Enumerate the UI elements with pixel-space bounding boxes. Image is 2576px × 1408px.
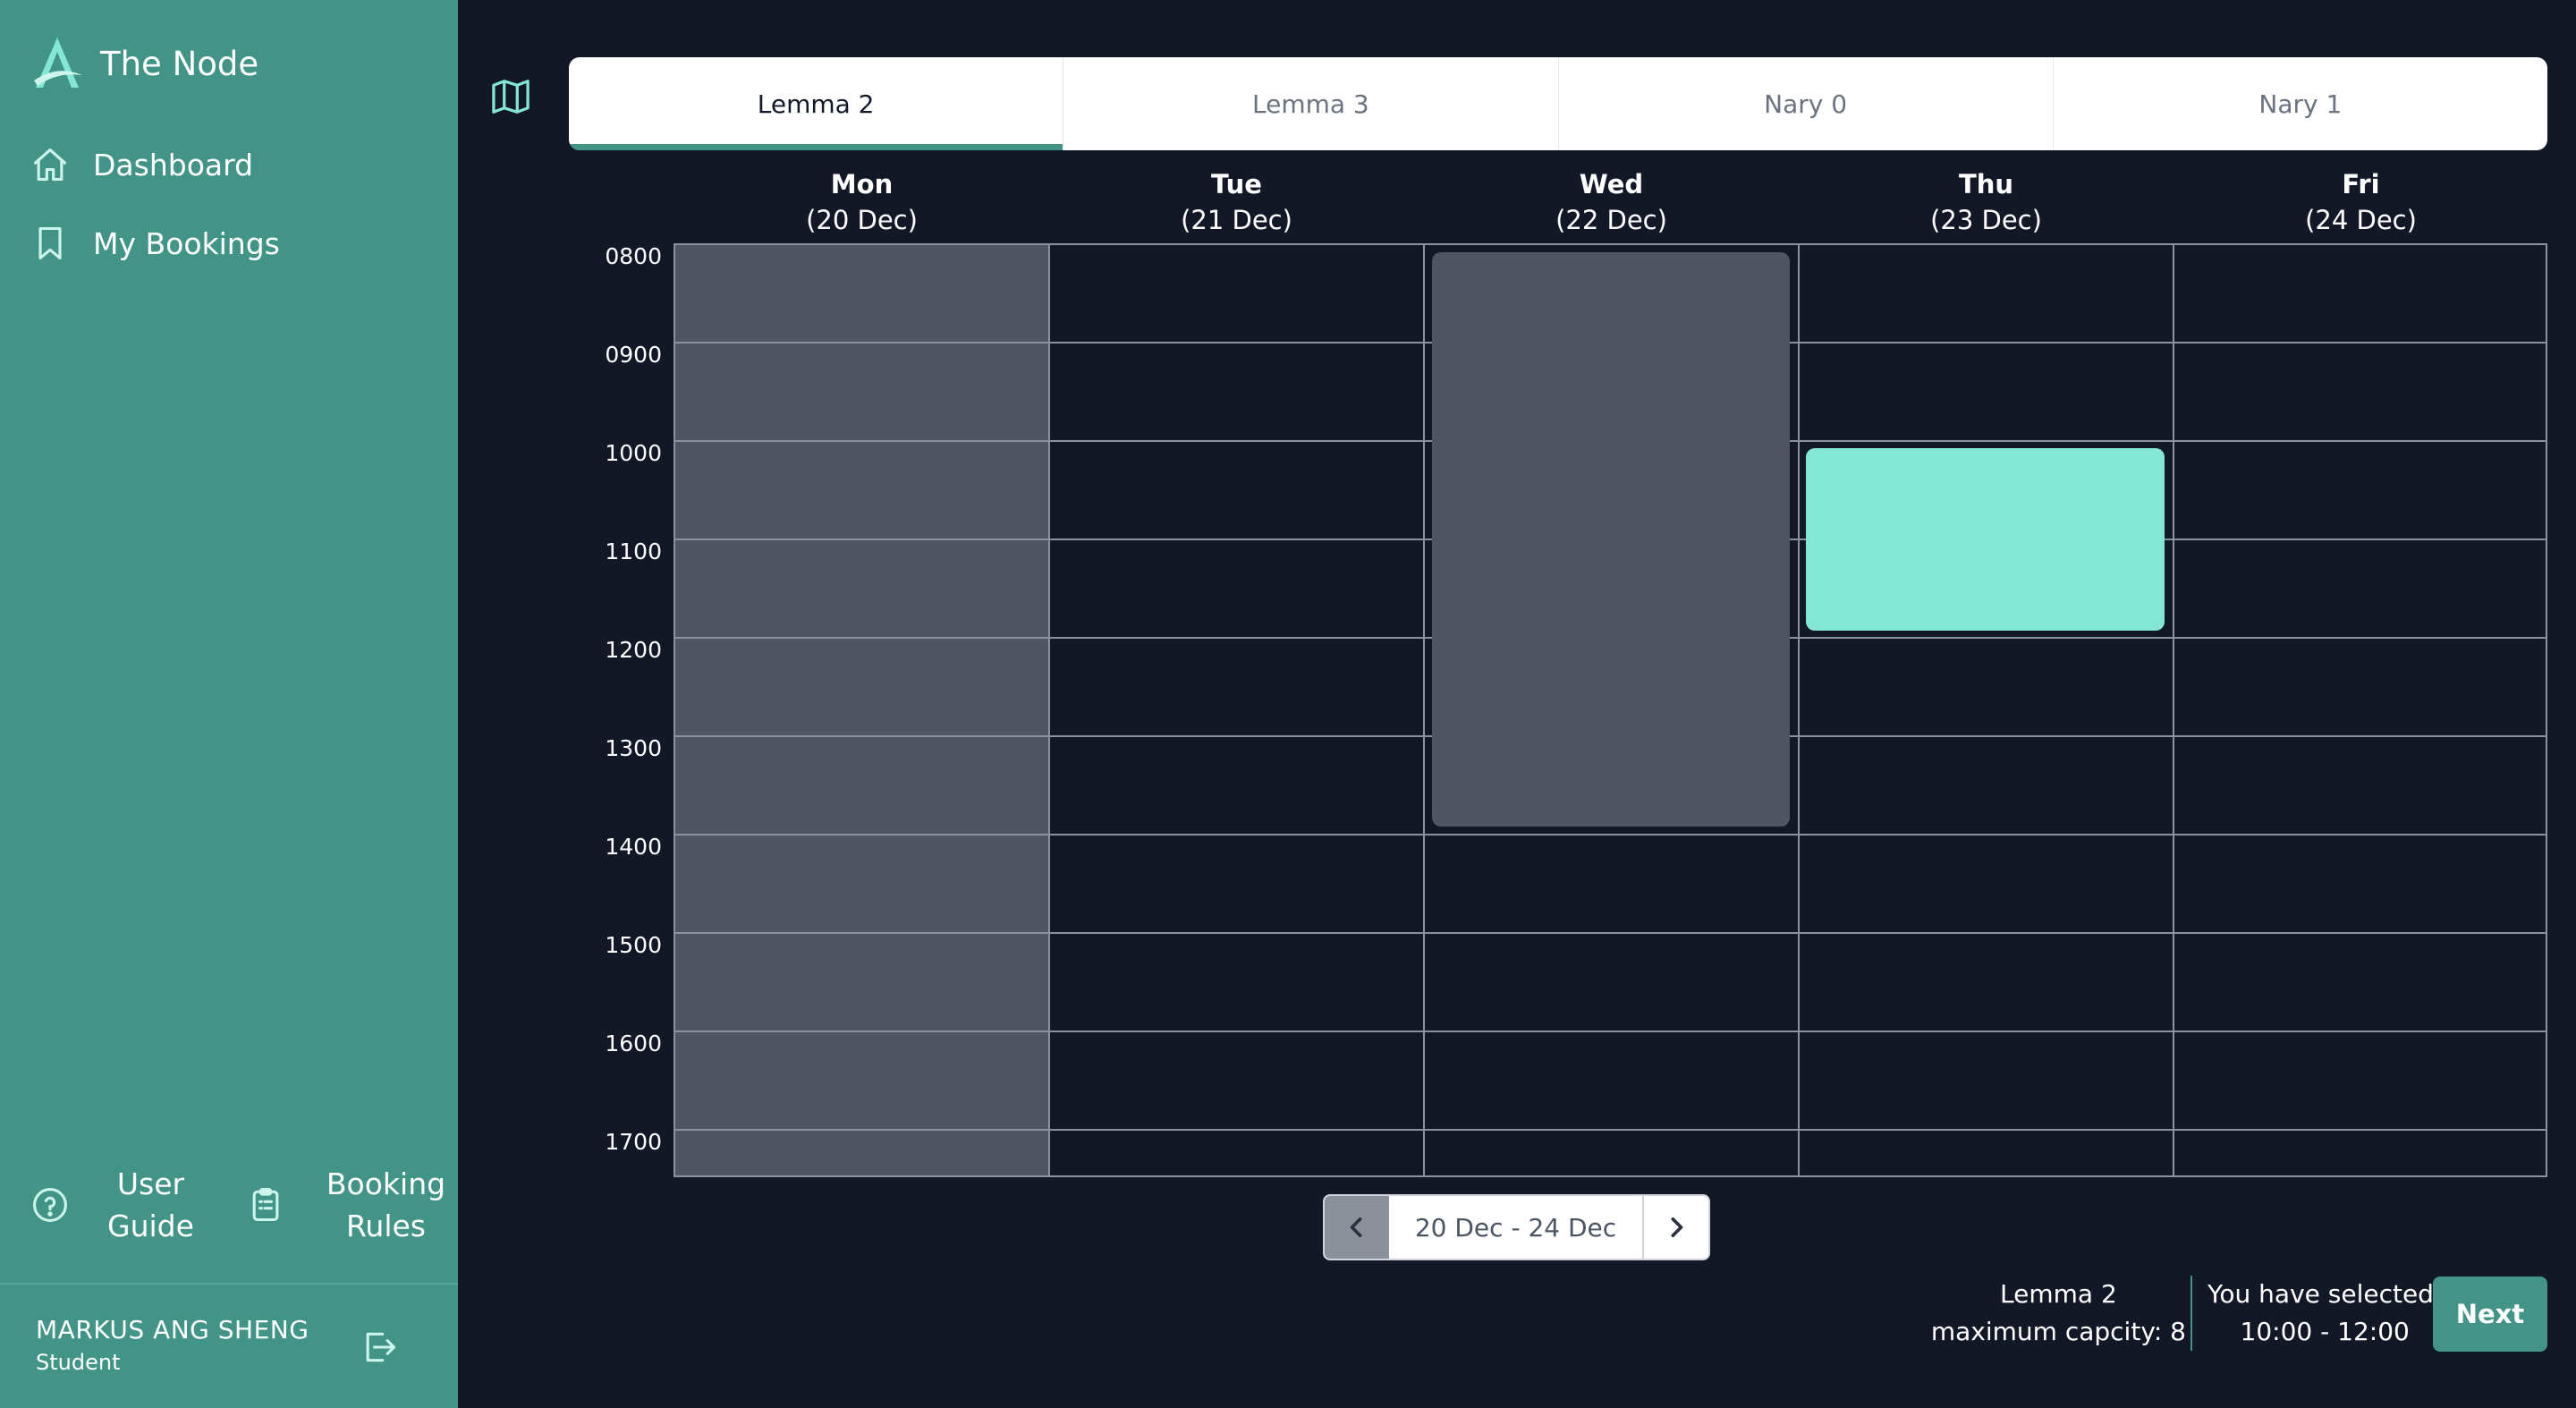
time-label: 1700 [605,1129,662,1155]
logout-icon[interactable] [358,1327,401,1367]
chevron-right-icon [1671,1217,1683,1237]
time-label: 1600 [605,1031,662,1056]
tab-lemma-2[interactable]: Lemma 2 [569,57,1063,150]
chevron-left-icon [1350,1217,1362,1237]
grid-line [1798,245,1800,1175]
time-label: 1400 [605,834,662,860]
booking-rules-label: Booking Rules [326,1166,446,1243]
time-label: 1100 [605,539,662,564]
grid-line [1423,245,1425,1175]
user-profile: MARKUS ANG SHENG Student [36,1315,309,1375]
day-date: (21 Dec) [1181,205,1292,235]
sidebar-item-dashboard[interactable]: Dashboard [30,145,253,184]
day-header-fri: Fri (24 Dec) [2174,166,2548,238]
time-label: 1300 [605,735,662,761]
day-date: (20 Dec) [806,205,918,235]
sidebar: The Node Dashboard My Bookings User Guid… [0,0,458,1408]
user-guide-link[interactable]: User Guide [30,1163,194,1247]
bookmark-icon [38,226,62,260]
sidebar-item-label: My Bookings [93,225,280,261]
time-label: 1500 [605,932,662,958]
day-date: (22 Dec) [1555,205,1667,235]
grid-line [675,1129,2546,1131]
user-role: Student [36,1350,121,1375]
selection-info: You have selected: 10:00 - 12:00 [2207,1276,2442,1351]
selected-slot-thu[interactable] [1806,448,2165,631]
help-circle-icon [33,1188,67,1222]
sidebar-help-links: User Guide Booking Rules [0,1163,458,1247]
day-header-mon: Mon (20 Dec) [674,166,1049,238]
day-name: Mon [830,169,894,199]
app-name: The Node [100,44,259,83]
info-divider [2190,1276,2192,1351]
day-header-tue: Tue (21 Dec) [1049,166,1424,238]
grid-line [1048,245,1050,1175]
the-node-logo-icon [34,38,82,88]
clipboard-icon [252,1188,279,1222]
grid-line [2173,245,2174,1175]
day-name: Wed [1579,169,1644,199]
booking-rules-link[interactable]: Booking Rules [246,1163,445,1247]
sidebar-item-label: Dashboard [93,147,254,182]
day-header-wed: Wed (22 Dec) [1424,166,1799,238]
map-icon[interactable] [490,79,531,115]
day-header-thu: Thu (23 Dec) [1799,166,2174,238]
user-guide-label: User Guide [107,1166,194,1243]
grid-line [675,834,2546,835]
user-name: MARKUS ANG SHENG [36,1315,309,1344]
selection-label: You have selected: [2207,1279,2443,1309]
room-info: Lemma 2 maximum capcity: 8 [1931,1276,2186,1351]
time-label: 0800 [605,243,662,269]
room-capacity: maximum capcity: 8 [1930,1317,2186,1346]
sidebar-divider [0,1283,458,1285]
day-date: (24 Dec) [2305,205,2417,235]
day-name: Thu [1958,169,2014,199]
previous-week-button[interactable] [1325,1196,1389,1259]
day-name: Fri [2342,169,2380,199]
brand[interactable]: The Node [30,34,258,93]
tab-nary-0[interactable]: Nary 0 [1557,57,2053,150]
week-range-label: 20 Dec - 24 Dec [1389,1196,1644,1259]
grid-line [675,932,2546,934]
day-date: (23 Dec) [1930,205,2042,235]
time-label: 1200 [605,637,662,663]
time-label: 0900 [605,342,662,368]
time-label: 1000 [605,440,662,466]
grid-line [675,1031,2546,1032]
next-week-button[interactable] [1644,1196,1708,1259]
next-button[interactable]: Next [2433,1277,2547,1352]
selection-range: 10:00 - 12:00 [2240,1317,2410,1346]
tab-lemma-3[interactable]: Lemma 3 [1063,57,1557,150]
sidebar-item-my-bookings[interactable]: My Bookings [30,224,280,263]
room-name: Lemma 2 [2000,1279,2117,1309]
week-pager: 20 Dec - 24 Dec [1323,1194,1710,1260]
booked-block-wed [1432,252,1790,827]
room-tabs: Lemma 2 Lemma 3 Nary 0 Nary 1 [569,57,2547,150]
tab-nary-1[interactable]: Nary 1 [2052,57,2547,150]
home-icon [33,148,67,182]
day-name: Tue [1211,169,1262,199]
